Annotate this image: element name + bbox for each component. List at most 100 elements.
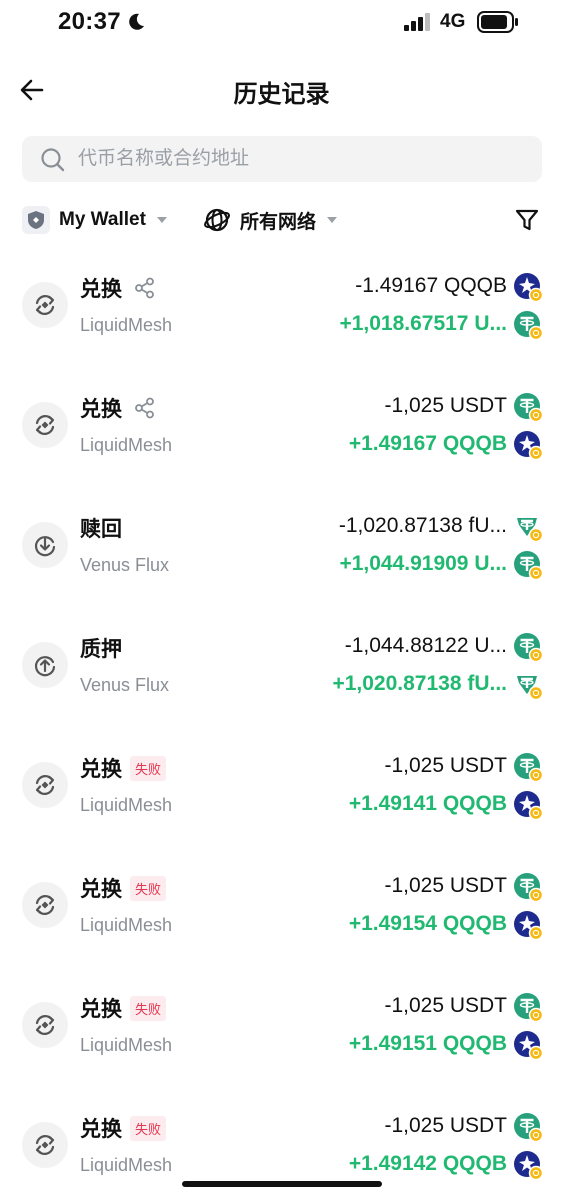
usdt-token-icon: [513, 632, 544, 663]
amount-in: +1,018.67517 U...: [339, 312, 507, 335]
qqqb-token-icon: [513, 1030, 544, 1061]
stake-icon: [22, 642, 68, 688]
transaction-type-row: 赎回: [80, 513, 122, 543]
amount-out: -1.49167 QQQB: [355, 274, 507, 297]
signal-icon: [404, 13, 430, 31]
transaction-type-row: 质押: [80, 633, 122, 663]
amount-out: -1,025 USDT: [384, 394, 507, 417]
qqqb-token-icon: [513, 1150, 544, 1181]
transaction-protocol: LiquidMesh: [80, 915, 173, 935]
transaction-row[interactable]: 兑换 失败 LiquidMesh -1,025 USDT +1.49141 QQQB: [0, 725, 563, 845]
qqqb-token-icon: [513, 272, 544, 303]
swap-icon: [22, 762, 68, 808]
transaction-type-row: 兑换 失败: [80, 993, 167, 1023]
redeem-icon: [22, 522, 68, 568]
amount-in: +1.49141 QQQB: [348, 792, 507, 815]
network-type: 4G: [440, 11, 466, 32]
transaction-protocol: LiquidMesh: [80, 1035, 173, 1055]
transaction-row[interactable]: 兑换 失败 LiquidMesh -1,025 USDT +1.49154 QQQB: [0, 845, 563, 965]
share-icon[interactable]: [134, 277, 156, 299]
transaction-type: 赎回: [80, 518, 122, 541]
transaction-row[interactable]: 兑换 失败 LiquidMesh -1,025 USDT +1.49151 QQQB: [0, 965, 563, 1085]
usdt-token-icon: [513, 310, 544, 341]
status-time: 20:37: [58, 8, 121, 35]
network-selector[interactable]: 所有网络: [203, 205, 338, 235]
transaction-protocol: LiquidMesh: [80, 435, 173, 455]
usdt-token-icon: [513, 872, 544, 903]
transaction-type: 质押: [80, 638, 122, 661]
filter-funnel-icon[interactable]: [514, 207, 540, 233]
page-title: 历史记录: [233, 81, 330, 108]
swap-icon: [22, 1002, 68, 1048]
transaction-type-row: 兑换 失败: [80, 753, 167, 783]
transaction-type: 兑换: [80, 878, 122, 901]
transaction-type-row: 兑换: [80, 393, 156, 423]
transaction-type: 兑换: [80, 1118, 122, 1141]
swap-icon: [22, 882, 68, 928]
usdt-token-icon: [513, 992, 544, 1023]
qqqb-token-icon: [513, 910, 544, 941]
failed-badge: 失败: [130, 995, 167, 1021]
search-input[interactable]: [78, 136, 518, 182]
amount-out: -1,025 USDT: [384, 994, 507, 1017]
transaction-type-row: 兑换: [80, 273, 156, 303]
swap-icon: [22, 282, 68, 328]
amount-out: -1,025 USDT: [384, 754, 507, 777]
amount-in: +1.49151 QQQB: [348, 1032, 507, 1055]
transaction-protocol: Venus Flux: [80, 675, 170, 695]
qqqb-token-icon: [513, 430, 544, 461]
amount-out: -1,025 USDT: [384, 874, 507, 897]
network-label: 所有网络: [240, 211, 317, 233]
transaction-row[interactable]: 兑换 LiquidMesh -1.49167 QQQB +1,018.67517 U.…: [0, 245, 563, 365]
amount-in: +1.49142 QQQB: [348, 1152, 507, 1175]
transaction-type-row: 兑换 失败: [80, 873, 167, 903]
qqqb-token-icon: [513, 790, 544, 821]
amount-in: +1.49154 QQQB: [348, 912, 507, 935]
transaction-row[interactable]: 赎回 Venus Flux -1,020.87138 fU... +1,044.919…: [0, 485, 563, 605]
status-bar: 20:37 4G: [0, 0, 563, 46]
wallet-shield-icon: [22, 206, 50, 234]
fusdt-token-icon: [513, 670, 544, 701]
transaction-type: 兑换: [80, 398, 122, 421]
swap-icon: [22, 402, 68, 448]
swap-icon: [22, 1122, 68, 1168]
globe-network-icon: [204, 208, 230, 232]
wallet-selector[interactable]: My Wallet: [22, 205, 168, 235]
transaction-protocol: LiquidMesh: [80, 795, 173, 815]
transaction-type: 兑换: [80, 758, 122, 781]
fusdt-token-icon: [513, 512, 544, 543]
amount-in: +1.49167 QQQB: [348, 432, 507, 455]
wallet-label: My Wallet: [59, 209, 146, 230]
transaction-type: 兑换: [80, 998, 122, 1021]
battery-icon: [477, 11, 518, 33]
transaction-type-row: 兑换 失败: [80, 1113, 167, 1143]
chevron-down-icon: [156, 217, 167, 223]
transaction-protocol: LiquidMesh: [80, 1155, 173, 1175]
transaction-row[interactable]: 兑换 LiquidMesh -1,025 USDT +1.49167 QQQB: [0, 365, 563, 485]
chevron-down-icon: [327, 217, 338, 223]
transaction-row[interactable]: 质押 Venus Flux -1,044.88122 U... +1,020.8713…: [0, 605, 563, 725]
moon-icon: [129, 13, 144, 30]
amount-out: -1,044.88122 U...: [344, 634, 507, 657]
search-bar[interactable]: [22, 136, 542, 182]
amount-in: +1,020.87138 fU...: [332, 672, 507, 695]
failed-badge: 失败: [130, 755, 167, 781]
transaction-protocol: LiquidMesh: [80, 315, 173, 335]
failed-badge: 失败: [130, 875, 167, 901]
transaction-list: 兑换 LiquidMesh -1.49167 QQQB +1,018.67517 U.…: [0, 245, 563, 1200]
filter-row: My Wallet 所有网络: [0, 202, 563, 238]
usdt-token-icon: [513, 1112, 544, 1143]
amount-out: -1,020.87138 fU...: [338, 514, 507, 537]
amount-in: +1,044.91909 U...: [339, 552, 507, 575]
amount-out: -1,025 USDT: [384, 1114, 507, 1137]
usdt-token-icon: [513, 752, 544, 783]
nav-header: 历史记录: [0, 64, 563, 116]
transaction-type: 兑换: [80, 278, 122, 301]
share-icon[interactable]: [134, 397, 156, 419]
search-icon: [41, 148, 65, 172]
usdt-token-icon: [513, 392, 544, 423]
failed-badge: 失败: [130, 1115, 167, 1141]
usdt-token-icon: [513, 550, 544, 581]
transaction-protocol: Venus Flux: [80, 555, 170, 575]
home-indicator: [182, 1181, 382, 1187]
